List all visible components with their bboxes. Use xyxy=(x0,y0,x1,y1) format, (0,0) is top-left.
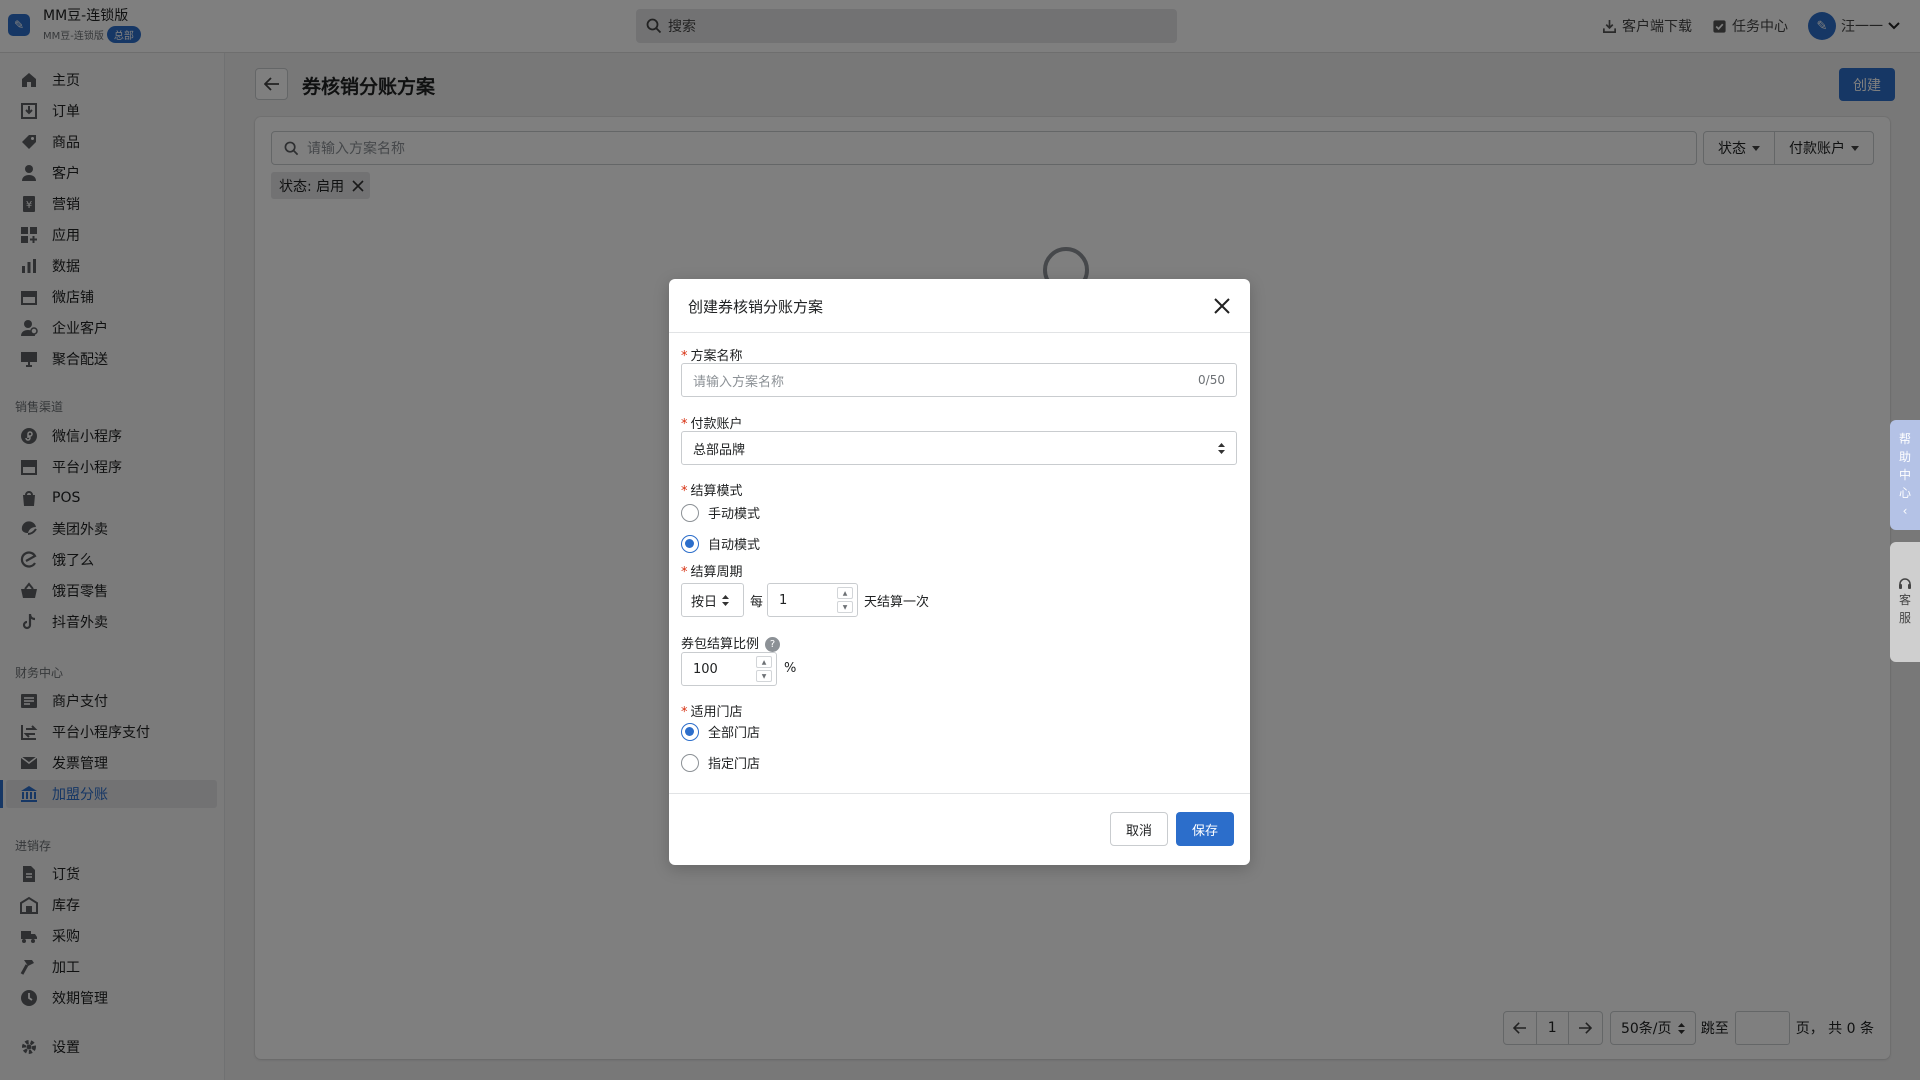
payment-account-select[interactable]: 总部品牌 xyxy=(681,431,1237,465)
headset-icon xyxy=(1899,578,1911,589)
customer-service-tab[interactable]: 客 服 xyxy=(1890,542,1920,662)
scheme-name-placeholder: 请输入方案名称 xyxy=(693,374,785,390)
label-text: 结算模式 xyxy=(690,484,743,499)
store-specific-radio[interactable]: 指定门店 xyxy=(681,753,760,772)
label-text: 适用门店 xyxy=(690,705,743,720)
radio-button-checked[interactable] xyxy=(681,722,699,741)
label-text: 结算周期 xyxy=(690,565,743,580)
chevron-left-icon: ‹ xyxy=(1902,504,1908,518)
sort-arrows-icon xyxy=(722,594,730,606)
cycle-days-stepper[interactable]: 1 ▲ ▼ xyxy=(767,583,858,617)
payment-account-value: 总部品牌 xyxy=(693,442,746,458)
cycle-suffix-text: 天结算一次 xyxy=(864,595,930,610)
modal-footer: 取消 保存 xyxy=(669,793,1250,865)
customer-service-char: 客 xyxy=(1898,593,1911,607)
sort-arrows-icon xyxy=(1218,442,1225,454)
cycle-unit-select[interactable]: 按日 xyxy=(681,583,744,617)
payment-account-label: * 付款账户 xyxy=(681,417,743,432)
radio-button[interactable] xyxy=(681,503,699,522)
customer-service-char: 服 xyxy=(1898,611,1911,625)
radio-label: 自动模式 xyxy=(708,538,761,553)
applicable-store-label: * 适用门店 xyxy=(681,705,743,720)
help-center-char: 心 xyxy=(1898,486,1911,500)
increment-icon[interactable]: ▲ xyxy=(756,656,772,668)
create-scheme-modal: 创建券核销分账方案 * 方案名称 请输入方案名称 0/50 * 付款账户 总部品牌 … xyxy=(669,279,1250,865)
modal-close-button[interactable] xyxy=(1210,294,1234,318)
close-icon xyxy=(1214,298,1230,314)
cancel-button[interactable]: 取消 xyxy=(1110,812,1168,846)
cycle-days-value: 1 xyxy=(779,592,788,608)
label-text: 券包结算比例 xyxy=(681,637,760,652)
decrement-icon[interactable]: ▼ xyxy=(837,601,853,613)
mode-auto-radio[interactable]: 自动模式 xyxy=(681,534,760,553)
decrement-icon[interactable]: ▼ xyxy=(756,670,772,682)
increment-icon[interactable]: ▲ xyxy=(837,587,853,599)
voucher-ratio-stepper[interactable]: 100 ▲ ▼ xyxy=(681,652,777,686)
ratio-unit-text: % xyxy=(784,661,797,676)
scheme-name-input[interactable]: 请输入方案名称 0/50 xyxy=(681,363,1237,397)
cycle-unit-value: 按日 xyxy=(691,594,718,610)
save-button[interactable]: 保存 xyxy=(1176,812,1234,846)
radio-label: 全部门店 xyxy=(708,726,761,741)
help-icon[interactable]: ? xyxy=(765,637,781,652)
help-center-char: 助 xyxy=(1898,450,1911,464)
char-counter: 0/50 xyxy=(1198,373,1225,387)
radio-label: 手动模式 xyxy=(708,507,761,522)
voucher-ratio-label: 券包结算比例? xyxy=(681,633,781,652)
radio-label: 指定门店 xyxy=(708,757,761,772)
label-text: 付款账户 xyxy=(690,417,743,432)
radio-button[interactable] xyxy=(681,753,699,772)
radio-button-checked[interactable] xyxy=(681,534,699,553)
help-center-char: 帮 xyxy=(1898,432,1911,446)
modal-title: 创建券核销分账方案 xyxy=(688,298,824,316)
store-all-radio[interactable]: 全部门店 xyxy=(681,722,760,741)
help-center-tab[interactable]: 帮 助 中 心 ‹ xyxy=(1890,420,1920,530)
settlement-mode-label: * 结算模式 xyxy=(681,484,743,499)
help-center-char: 中 xyxy=(1898,468,1911,482)
settlement-cycle-label: * 结算周期 xyxy=(681,565,743,580)
scheme-name-label: * 方案名称 xyxy=(681,349,743,364)
cycle-every-text: 每 xyxy=(750,595,764,610)
mode-manual-radio[interactable]: 手动模式 xyxy=(681,503,760,522)
label-text: 方案名称 xyxy=(690,349,743,364)
voucher-ratio-value: 100 xyxy=(693,661,718,677)
